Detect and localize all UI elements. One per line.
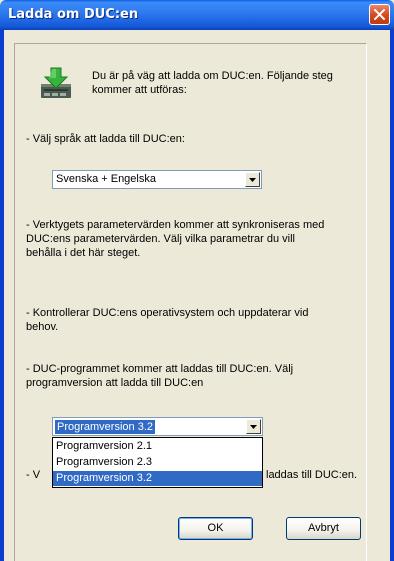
dropdown-option[interactable]: Programversion 2.1	[53, 439, 262, 454]
program-version-arrow[interactable]	[246, 419, 261, 434]
chevron-down-icon	[250, 424, 257, 429]
hidden-step-prefix: - V	[26, 469, 41, 481]
title-bar[interactable]: Ladda om DUC:en	[0, 0, 394, 30]
hidden-step-suffix: laddas till DUC:en.	[266, 469, 358, 481]
language-select[interactable]: Svenska + Engelska	[52, 170, 262, 189]
dialog-window: Ladda om DUC:en Du är på väg att ladda o…	[0, 0, 394, 561]
params-step-line3: behålla i det här steget.	[26, 247, 141, 259]
close-icon	[374, 9, 385, 20]
language-step-label: - Välj språk att ladda till DUC:en:	[26, 133, 185, 145]
program-step-line1: - DUC-programmet kommer att laddas till …	[26, 363, 294, 375]
language-select-arrow[interactable]	[245, 172, 260, 187]
close-button[interactable]	[369, 4, 390, 25]
program-version-value: Programversion 3.2	[54, 419, 156, 435]
intro-text-line1: Du är på väg att ladda om DUC:en. Följan…	[92, 70, 333, 82]
program-step-line2: programversion att ladda till DUC:en	[26, 377, 204, 389]
chevron-down-icon	[249, 177, 256, 182]
os-step-line2: behov.	[26, 321, 59, 333]
params-step-line1: - Verktygets parametervärden kommer att …	[26, 219, 325, 231]
params-step-line2: DUC:ens parametervärden. Välj vilka para…	[26, 233, 295, 245]
window-frame-right	[390, 30, 394, 561]
program-version-select[interactable]: Programversion 3.2	[52, 417, 263, 436]
intro-text-line2: kommer att utföras:	[92, 84, 187, 96]
dropdown-option-selected[interactable]: Programversion 3.2	[53, 471, 262, 486]
language-select-value: Svenska + Engelska	[56, 173, 156, 185]
cancel-button[interactable]: Avbryt	[286, 517, 361, 540]
ok-button[interactable]: OK	[178, 517, 253, 540]
window-title: Ladda om DUC:en	[8, 7, 139, 22]
os-step-line1: - Kontrollerar DUC:ens operativsystem oc…	[26, 307, 309, 319]
dropdown-option[interactable]: Programversion 2.3	[53, 455, 262, 470]
download-device-icon	[41, 67, 71, 98]
window-frame-left	[0, 30, 4, 561]
program-version-dropdown-list: Programversion 2.1 Programversion 2.3 Pr…	[52, 437, 263, 488]
